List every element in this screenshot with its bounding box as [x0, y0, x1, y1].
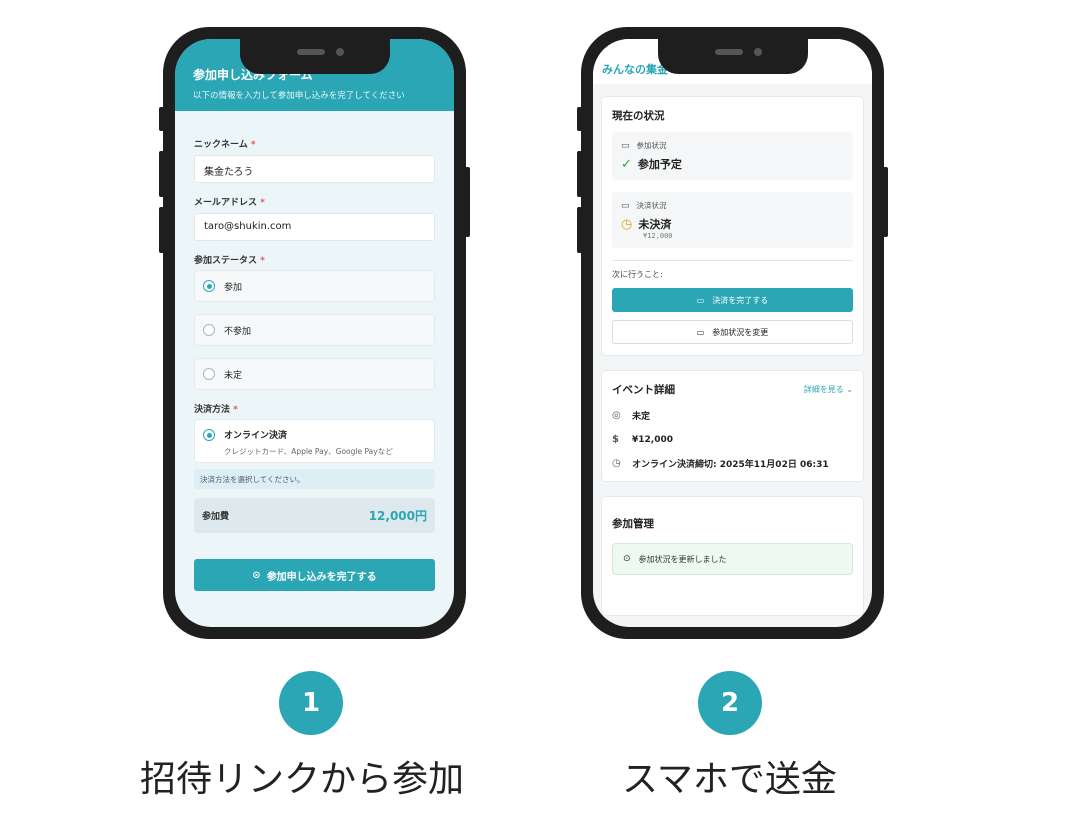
event-deadline: ◷ オンライン決済締切: 2025年11月02日 06:31	[612, 458, 829, 470]
change-status-button[interactable]: ▭ 参加状況を変更	[612, 320, 853, 344]
fee-summary: 参加費 12,000円	[194, 498, 435, 533]
status-card-title: 現在の状況	[612, 110, 665, 122]
event-fee: $ ¥12,000	[612, 434, 673, 445]
status-option-decline[interactable]: 不参加	[194, 314, 435, 346]
view-details-link[interactable]: 詳細を見る ⌄	[804, 384, 853, 395]
status-option-undecided[interactable]: 未定	[194, 358, 435, 390]
clock-icon: ◷	[621, 216, 633, 232]
step-number-badge-1: 1	[279, 671, 343, 735]
radio-selected-icon	[203, 280, 215, 292]
status-option-attend[interactable]: 参加	[194, 270, 435, 302]
location-pin-icon: ◎	[612, 410, 621, 421]
card-icon: ▭	[621, 200, 630, 211]
participation-manage-card: 参加管理 ⊙ 参加状況を更新しました	[601, 496, 864, 616]
status-label: 参加ステータス *	[194, 256, 265, 266]
phone-side-button	[577, 107, 582, 131]
divider	[612, 260, 853, 261]
fee-amount: 12,000円	[368, 509, 427, 523]
phone-side-button	[159, 107, 164, 131]
phone-mockup-registration: 参加申し込みフォーム 以下の情報を入力して参加申し込みを完了してください ニック…	[159, 27, 470, 639]
payment-amount: ¥12,000	[643, 232, 673, 240]
check-circle-icon: ✓	[621, 156, 632, 172]
ticket-icon: ▭	[621, 140, 630, 151]
nickname-input[interactable]: 集金たろう	[194, 155, 435, 183]
step-caption-1: 招待リンクから参加	[140, 759, 465, 800]
event-details-title: イベント詳細	[612, 384, 675, 396]
email-label: メールアドレス *	[194, 198, 265, 208]
submit-registration-button[interactable]: ⊙ 参加申し込みを完了する	[194, 559, 435, 591]
phone-side-button	[159, 207, 164, 253]
step-number-badge-2: 2	[698, 671, 762, 735]
payment-note: 決済方法を選択してください。	[194, 469, 435, 489]
dollar-icon: $	[612, 434, 619, 445]
check-circle-icon: ⊙	[623, 554, 631, 564]
phone-power-button	[883, 167, 888, 237]
radio-icon	[203, 368, 215, 380]
card-icon: ▭	[696, 295, 705, 305]
phone-notch	[657, 38, 808, 74]
radio-icon	[203, 324, 215, 336]
participation-status: ▭ 参加状況 ✓ 参加予定	[612, 132, 853, 180]
event-location: ◎ 未定	[612, 410, 651, 422]
complete-payment-button[interactable]: ▭ 決済を完了する	[612, 288, 853, 312]
phone-notch	[239, 38, 390, 74]
chevron-down-icon: ⌄	[846, 385, 853, 394]
phone-side-button	[577, 151, 582, 197]
next-step-label: 次に行うこと:	[612, 270, 663, 279]
event-details-card: イベント詳細 詳細を見る ⌄ ◎ 未定 $ ¥12,000 ◷ オンライン決済締切: …	[601, 370, 864, 482]
phone-side-button	[577, 207, 582, 253]
nickname-label: ニックネーム *	[194, 140, 256, 150]
phone-power-button	[465, 167, 470, 237]
success-alert: ⊙ 参加状況を更新しました	[612, 543, 853, 575]
registration-screen: 参加申し込みフォーム 以下の情報を入力して参加申し込みを完了してください ニック…	[175, 39, 454, 627]
clock-icon: ◷	[612, 458, 621, 469]
form-subtitle: 以下の情報を入力して参加申し込みを完了してください	[193, 91, 405, 101]
payment-method-label: 決済方法 *	[194, 405, 238, 415]
email-input[interactable]: taro@shukin.com	[194, 213, 435, 241]
check-circle-icon: ⊙	[252, 569, 261, 581]
payment-status: ▭ 決済状況 ◷ 未決済 ¥12,000	[612, 192, 853, 248]
status-card: 現在の状況 ▭ 参加状況 ✓ 参加予定 ▭ 決済状況 ◷ 未決済 ¥12,000 次に行…	[601, 96, 864, 356]
phone-mockup-payment: みんなの集金 現在の状況 ▭ 参加状況 ✓ 参加予定 ▭ 決済状況 ◷ 未決済 ¥12,…	[577, 27, 888, 639]
ticket-icon: ▭	[696, 327, 705, 337]
payment-option-online[interactable]: オンライン決済 クレジットカード、Apple Pay、Google Payなど	[194, 419, 435, 463]
payment-screen: みんなの集金 現在の状況 ▭ 参加状況 ✓ 参加予定 ▭ 決済状況 ◷ 未決済 ¥12,…	[593, 39, 872, 627]
radio-selected-icon	[203, 429, 215, 441]
phone-side-button	[159, 151, 164, 197]
step-caption-2: スマホで送金	[622, 759, 837, 800]
manage-title: 参加管理	[612, 518, 654, 530]
